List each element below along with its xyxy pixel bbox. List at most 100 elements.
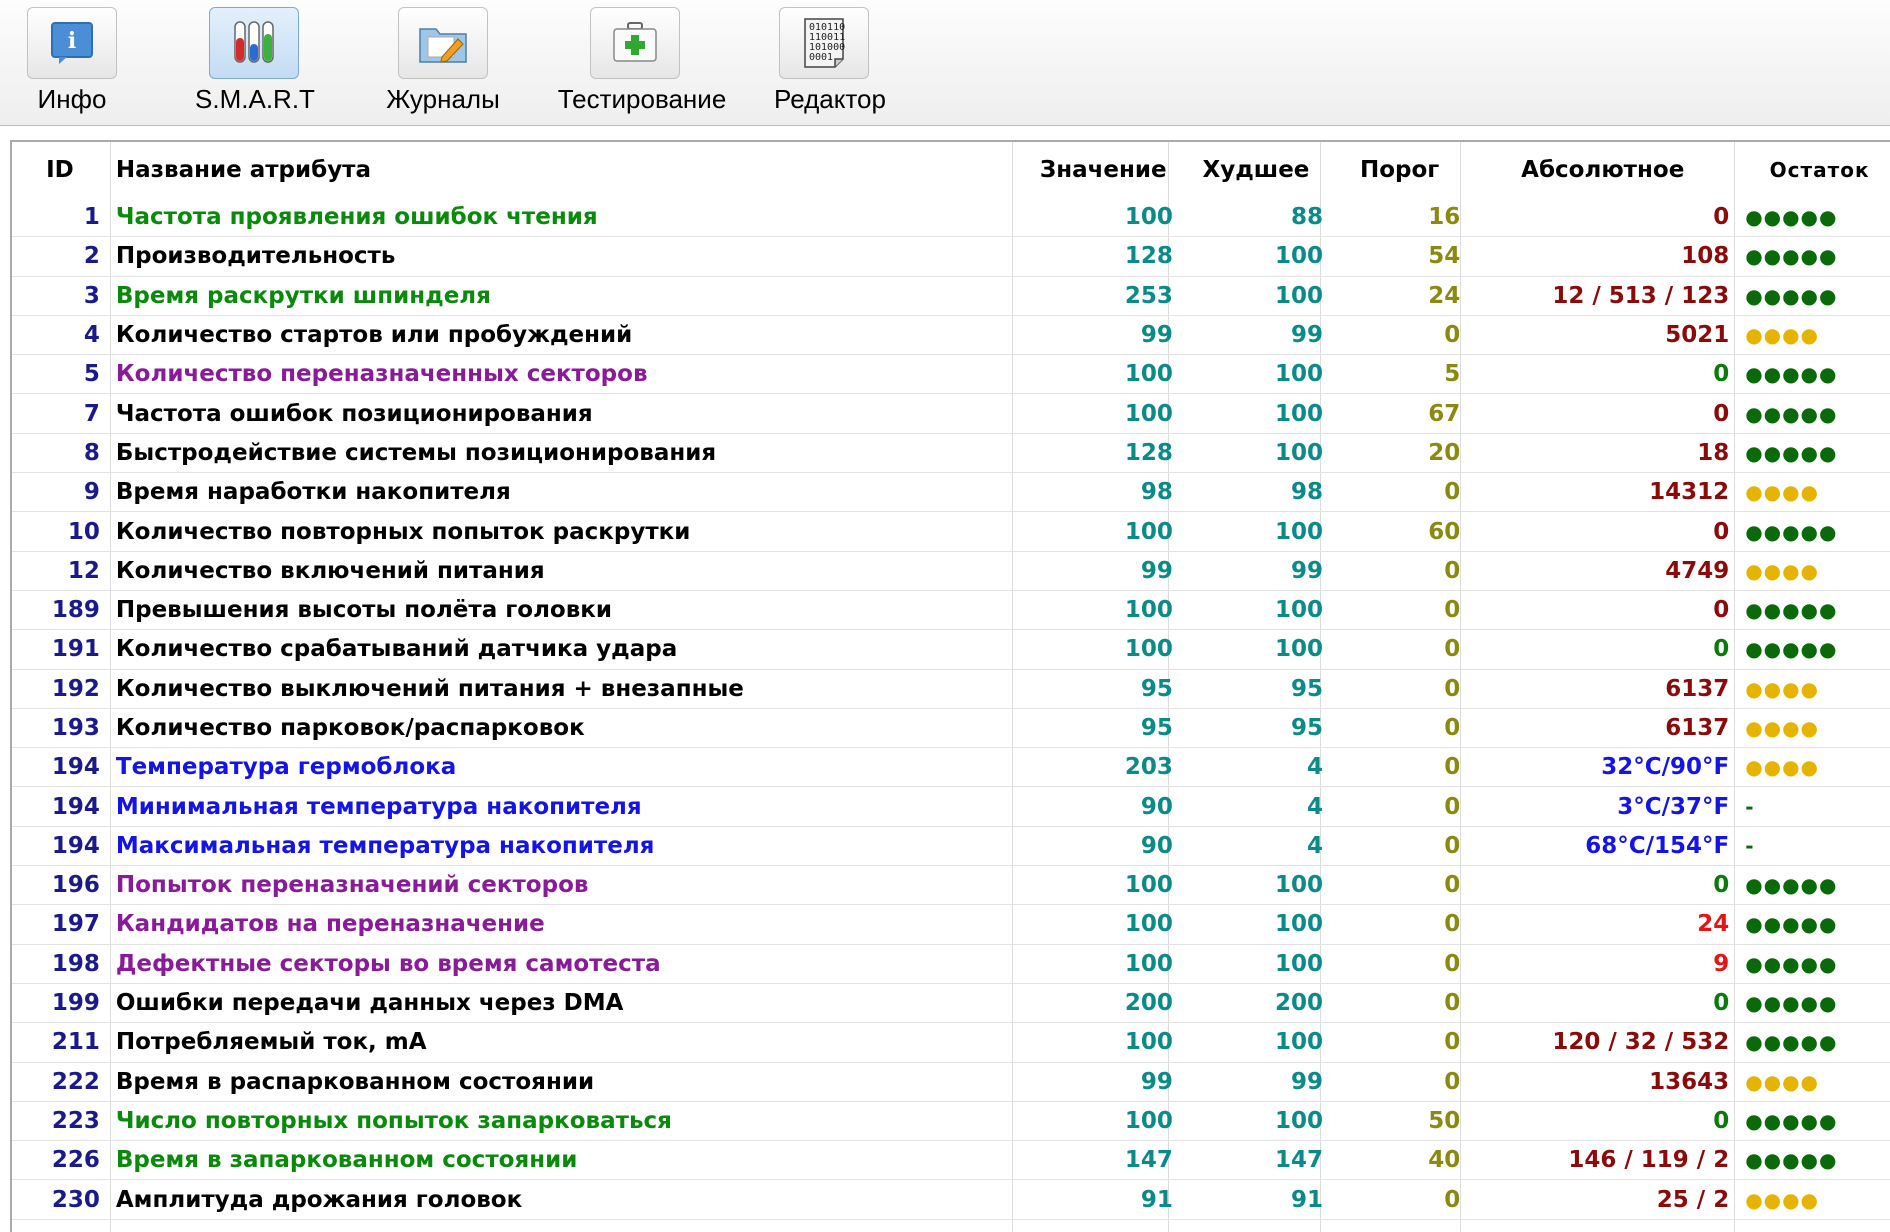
- toolbar-button-smart[interactable]: S.M.A.R.T: [195, 0, 315, 125]
- attr-value: 100: [1124, 636, 1173, 663]
- table-row[interactable]: 211 Потребляемый ток, mA 100 100 0 120 / 32 /…: [12, 1023, 1890, 1063]
- attr-worst: 100: [1275, 518, 1324, 545]
- toolbar-button-logs[interactable]: Журналы: [378, 0, 508, 125]
- attr-absolute: 120 / 32 / 532: [1552, 1029, 1730, 1056]
- column-header-value[interactable]: Значение: [1026, 142, 1181, 198]
- attr-id: 192: [51, 675, 100, 702]
- attr-threshold: 24: [1428, 282, 1461, 309]
- attr-name: Количество переназначенных секторов: [115, 361, 648, 388]
- table-row[interactable]: 194 Минимальная температура накопителя 90 4…: [12, 787, 1890, 827]
- attr-threshold: 54: [1428, 243, 1461, 270]
- attr-remaining: ●●●●: [1745, 676, 1820, 701]
- attr-worst: 100: [1275, 1107, 1324, 1134]
- table-row[interactable]: 193 Количество парковок/распарковок 95 95 0 6…: [12, 708, 1890, 748]
- table-row[interactable]: 194 Температура гермоблока 203 4 0 32°C/90°F ●…: [12, 748, 1890, 787]
- attr-absolute: 3°C/37°F: [1617, 793, 1730, 820]
- attr-remaining: -: [1745, 833, 1755, 858]
- attr-threshold: 50: [1428, 1107, 1461, 1134]
- table-row[interactable]: 192 Количество выключений питания + внеза…: [12, 669, 1890, 709]
- column-header-remaining[interactable]: Остаток: [1737, 142, 1890, 198]
- attr-name: Число повторных попыток запарковаться: [115, 1107, 672, 1134]
- toolbar-button-testing[interactable]: Тестирование: [547, 0, 737, 125]
- table-row[interactable]: 1 Частота проявления ошибок чтения 100 88 16…: [12, 198, 1890, 237]
- attr-value: 100: [1124, 950, 1173, 977]
- table-row[interactable]: 230 Амплитуда дрожания головок 91 91 0 25 / 2…: [12, 1180, 1890, 1220]
- attr-worst: 100: [1275, 597, 1324, 624]
- toolbar-button-info[interactable]: i Инфо: [22, 0, 122, 125]
- column-header-absolute[interactable]: Абсолютное: [1468, 142, 1737, 198]
- table-row[interactable]: 10 Количество повторных попыток раскрутки…: [12, 512, 1890, 552]
- attr-name: Количество включений питания: [115, 557, 545, 584]
- table-row[interactable]: 12 Количество включений питания 99 99 0 4749 ●…: [12, 551, 1890, 591]
- attr-value: 203: [1124, 754, 1173, 781]
- table-row[interactable]: 196 Попыток переназначений секторов 100 100…: [12, 866, 1890, 905]
- attr-id: 12: [67, 557, 100, 584]
- attr-value: 100: [1124, 1029, 1173, 1056]
- attr-value: 253: [1124, 282, 1173, 309]
- attr-id: 230: [51, 1186, 100, 1213]
- table-row[interactable]: 226 Время в запаркованном состоянии 147 147…: [12, 1141, 1890, 1180]
- attr-threshold: 0: [1444, 793, 1461, 820]
- table-row[interactable]: 5 Количество переназначенных секторов 100 1…: [12, 355, 1890, 394]
- table-row[interactable]: 4 Количество стартов или пробуждений 99 99 0…: [12, 315, 1890, 355]
- attr-worst: 100: [1275, 243, 1324, 270]
- table-row[interactable]: 198 Дефектные секторы во время самотеста 1…: [12, 944, 1890, 984]
- attr-remaining: ●●●●●: [1745, 951, 1838, 976]
- attr-remaining: ●●●●: [1745, 323, 1820, 348]
- attr-threshold: 0: [1444, 479, 1461, 506]
- attr-threshold: 0: [1444, 675, 1461, 702]
- attr-id: 193: [51, 715, 100, 741]
- attr-absolute: 0: [1713, 518, 1730, 545]
- table-row[interactable]: 189 Превышения высоты полёта головки 100 10…: [12, 590, 1890, 630]
- table-row[interactable]: 223 Число повторных попыток запарковаться…: [12, 1101, 1890, 1141]
- attr-absolute: 5021: [1665, 322, 1730, 349]
- column-header-threshold[interactable]: Порог: [1331, 142, 1468, 198]
- attr-remaining: ●●●●●: [1745, 362, 1838, 387]
- attr-worst: 100: [1275, 439, 1324, 466]
- attr-threshold: 0: [1444, 872, 1461, 899]
- table-row[interactable]: 3 Время раскрутки шпинделя 253 100 24 12 / 51…: [12, 276, 1890, 316]
- attr-id: 196: [51, 872, 100, 899]
- attr-id: 7: [83, 400, 100, 427]
- toolbar-button-editor[interactable]: 010110 110011 101000 0001 Редактор: [765, 0, 895, 125]
- attr-value: 99: [1140, 1068, 1173, 1095]
- table-row[interactable]: 7 Частота ошибок позиционирования 100 100 67…: [12, 394, 1890, 434]
- column-header-name[interactable]: Название атрибута: [108, 142, 1026, 198]
- attr-name: Дефектные секторы во время самотеста: [115, 950, 661, 977]
- attr-remaining: ●●●●●: [1745, 283, 1838, 308]
- table-row[interactable]: 199 Ошибки передачи данных через DMA 200 20…: [12, 983, 1890, 1023]
- table-row[interactable]: 197 Кандидатов на переназначение 100 100 0 24…: [12, 905, 1890, 945]
- attr-name: Время в запаркованном состоянии: [115, 1147, 578, 1174]
- column-header-id[interactable]: ID: [12, 142, 108, 198]
- binary-editor-icon: 010110 110011 101000 0001: [779, 7, 869, 79]
- table-row[interactable]: 222 Время в распаркованном состоянии 99 99 0…: [12, 1062, 1890, 1102]
- attr-id: 194: [51, 793, 100, 820]
- table-row[interactable]: 8 Быстродействие системы позиционирования…: [12, 433, 1890, 473]
- attr-threshold: 16: [1428, 204, 1461, 231]
- attr-worst: 100: [1275, 1029, 1324, 1056]
- first-aid-kit-icon: [590, 7, 680, 79]
- attr-absolute: 25 / 2: [1656, 1186, 1730, 1213]
- attr-value: 90: [1140, 793, 1173, 820]
- table-row[interactable]: 9 Время наработки накопителя 98 98 0 14312 ●●●…: [12, 473, 1890, 512]
- attr-remaining: ●●●●●: [1745, 1108, 1838, 1133]
- attr-threshold: 5: [1444, 361, 1461, 388]
- attr-threshold: 0: [1444, 950, 1461, 977]
- attr-remaining: ●●●●●: [1745, 637, 1838, 662]
- column-header-worst[interactable]: Худшее: [1181, 142, 1331, 198]
- attr-value: 95: [1140, 715, 1173, 741]
- svg-text:i: i: [68, 28, 76, 54]
- attr-name: Производительность: [115, 243, 396, 270]
- attr-remaining: ●●●●●: [1745, 873, 1838, 898]
- table-row[interactable]: 2 Производительность 128 100 54 108 ●●●●●: [12, 237, 1890, 277]
- attr-threshold: 0: [1444, 597, 1461, 624]
- table-row[interactable]: 194 Максимальная температура накопителя 90…: [12, 826, 1890, 866]
- attr-worst: 100: [1275, 282, 1324, 309]
- table-row[interactable]: 191 Количество срабатываний датчика удара…: [12, 630, 1890, 670]
- attr-threshold: 67: [1428, 400, 1461, 427]
- attr-id: 211: [51, 1029, 100, 1056]
- attr-id: 2: [83, 243, 100, 270]
- attr-worst: 100: [1275, 872, 1324, 899]
- attr-remaining: ●●●●●: [1745, 1148, 1838, 1173]
- attr-name: Ошибки передачи данных через DMA: [115, 990, 624, 1017]
